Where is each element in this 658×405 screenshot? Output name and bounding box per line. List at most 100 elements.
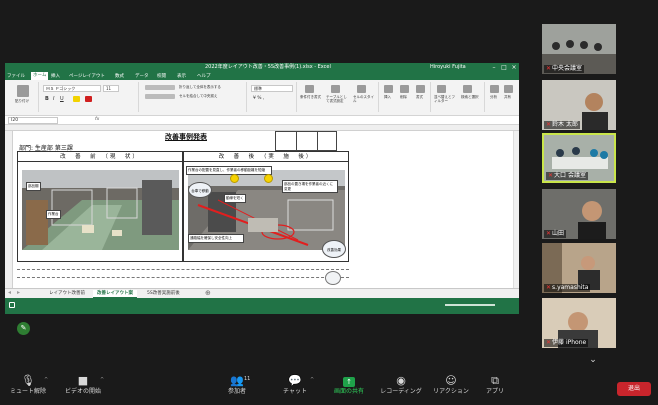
reactions-button[interactable]: ☺ リアクション [428,374,474,404]
font-name-select[interactable]: ＭＳ Ｐゴシック [43,85,101,92]
chevron-down-icon[interactable]: ⌄ [585,354,601,366]
maximize-icon[interactable]: □ [499,63,509,72]
participants-label: 参加者 [227,388,246,395]
ribbon-analysis-group: 分析 共有 [487,82,517,112]
chevron-up-icon[interactable]: ^ [44,377,48,383]
record-icon: ◉ [396,374,406,387]
sort-filter-icon[interactable] [437,85,446,93]
share-icon[interactable] [504,85,513,93]
leave-button[interactable]: 退出 [617,382,651,396]
participant-tile[interactable]: ✕中央会議室 [542,24,616,74]
participant-tile[interactable]: ✕s.yamashita [542,243,616,293]
wrap-text-button[interactable]: 折り返して全体を表示する [179,85,221,90]
menu-home[interactable]: ホーム [31,72,49,80]
format-cells-icon[interactable] [416,85,425,93]
before-note-bench: 作業台 [46,210,61,219]
tab-sheet-1[interactable]: レイアウト改善前 [45,290,89,298]
apps-button[interactable]: ⧉ アプリ [472,374,518,404]
ribbon-cells-group: 挿入 削除 書式 [381,82,431,112]
stamp-box [275,131,337,151]
worksheet[interactable]: 改善事例発表 部門: 生産部 第三課 改 善 前 （現 状） 部品棚 作業台 改… [5,131,519,288]
start-video-label: ビデオの開始 [64,388,101,395]
participants-count: 11 [244,376,251,382]
ribbon-styles-group: 条件付き書式 テーブルとして書式設定 セルのスタイル [299,82,379,112]
menu-page-layout[interactable]: ページレイアウト [69,73,105,79]
mic-muted-icon: ✕ [548,172,554,179]
chevron-up-icon[interactable]: ^ [310,377,314,383]
tab-prev-icon[interactable]: ◂ [8,289,11,296]
after-panel: 改 善 後 （実 施 後） 作業台の配置を見直し、作業者の移動距離を短縮 部品の… [183,151,349,262]
format-as-table-icon[interactable] [331,85,340,93]
chat-button[interactable]: 💬 ^ チャット [272,374,318,404]
after-note-parts: 部品の置き場を作業者の近くに変更 [282,180,338,193]
unmute-button[interactable]: 🎙 ^ ミュート解除 [6,374,50,404]
number-format-select[interactable]: 標準 [251,85,293,92]
align-top-icon[interactable] [145,85,175,90]
add-sheet-icon[interactable]: ⊕ [205,289,211,297]
menu-file[interactable]: ファイル [7,73,25,79]
insert-cells-icon[interactable] [384,85,393,93]
underline-icon[interactable]: U [60,96,64,102]
tab-next-icon[interactable]: ▸ [17,289,20,296]
menu-data[interactable]: データ [135,73,149,79]
find-select-label: 検索と選択 [461,95,479,99]
font-color-icon[interactable] [85,96,92,102]
after-badge-effect: 改善効果 [322,240,346,258]
participant-name: ✕大口 会議室 [546,172,588,180]
row-header [5,131,13,288]
participant-name: ✕山田 [544,230,567,238]
conditional-format-icon[interactable] [305,85,314,93]
before-panel: 改 善 前 （現 状） 部品棚 作業台 [17,151,183,262]
chevron-up-icon[interactable]: ^ [100,377,104,383]
sort-filter-label: 並べ替えとフィルター [434,95,455,103]
menu-review[interactable]: 校閲 [157,73,166,79]
name-box[interactable]: I20 [8,117,58,124]
zoom-slider[interactable] [445,304,495,306]
participant-name: ✕s.yamashita [544,284,591,292]
delete-cells-icon[interactable] [400,85,409,93]
format-cells-label: 書式 [416,95,423,99]
italic-icon[interactable]: I [53,96,54,102]
font-size-select[interactable]: 11 [103,85,119,92]
currency-icon[interactable]: ¥ % , [253,96,264,101]
minimize-icon[interactable]: – [489,63,499,72]
record-button[interactable]: ◉ レコーディング [378,374,424,404]
excel-ribbon: 貼り付け ＭＳ Ｐゴシック 11 B I U 折り返して全体を表示する セルを結… [5,80,519,116]
participant-tile[interactable]: ✕伊藤 iPhone [542,298,616,348]
shared-screen[interactable]: 2022年度レイアウト改善・5S改善事例(1).xlsx - Excel Hir… [5,63,519,314]
fx-icon[interactable]: fx [95,117,99,122]
after-note-layout: 作業台の配置を見直し、作業者の移動距離を短縮 [186,166,272,175]
apps-icon: ⧉ [491,374,499,387]
delete-cells-label: 削除 [400,95,407,99]
menu-insert[interactable]: 挿入 [51,73,60,79]
align-left-icon[interactable] [145,94,175,99]
tab-sheet-3[interactable]: 5S改善実施前後 [143,290,184,298]
tab-sheet-2[interactable]: 改善レイアウト案 [93,290,137,298]
participant-tile-active-speaker[interactable]: ✕大口 会議室 [542,133,616,183]
participants-button[interactable]: 👥 11 参加者 [214,374,260,404]
cell-styles-icon[interactable] [357,85,366,93]
paste-icon[interactable] [17,85,29,97]
share-screen-button[interactable]: ↑ 画面の共有 [326,374,372,404]
menu-help[interactable]: ヘルプ [197,73,211,79]
annotate-pen-icon[interactable]: ✎ [17,322,30,335]
after-badge-cart: 台車で移動 [188,182,212,198]
apps-label: アプリ [485,388,504,395]
menu-formulas[interactable]: 数式 [115,73,124,79]
excel-status-bar [5,298,519,314]
start-video-button[interactable]: ■ ^ ビデオの開始 [58,374,108,404]
vertical-scrollbar[interactable] [513,131,519,288]
analyze-icon[interactable] [490,85,499,93]
close-icon[interactable]: × [509,63,519,72]
merge-center-button[interactable]: セルを結合して中央揃え [179,94,217,99]
fill-color-icon[interactable] [73,96,80,102]
unmute-label: ミュート解除 [9,388,46,395]
reactions-label: リアクション [433,388,469,395]
find-select-icon[interactable] [463,85,472,93]
menu-view[interactable]: 表示 [177,73,186,79]
excel-user-name: Hiroyuki Fujita [430,64,466,70]
bold-icon[interactable]: B [45,96,49,102]
participant-tile[interactable]: ✕山田 [542,189,616,239]
conditional-format-label: 条件付き書式 [300,95,321,99]
participant-tile[interactable]: ✕鈴木 太郎 [542,80,616,130]
